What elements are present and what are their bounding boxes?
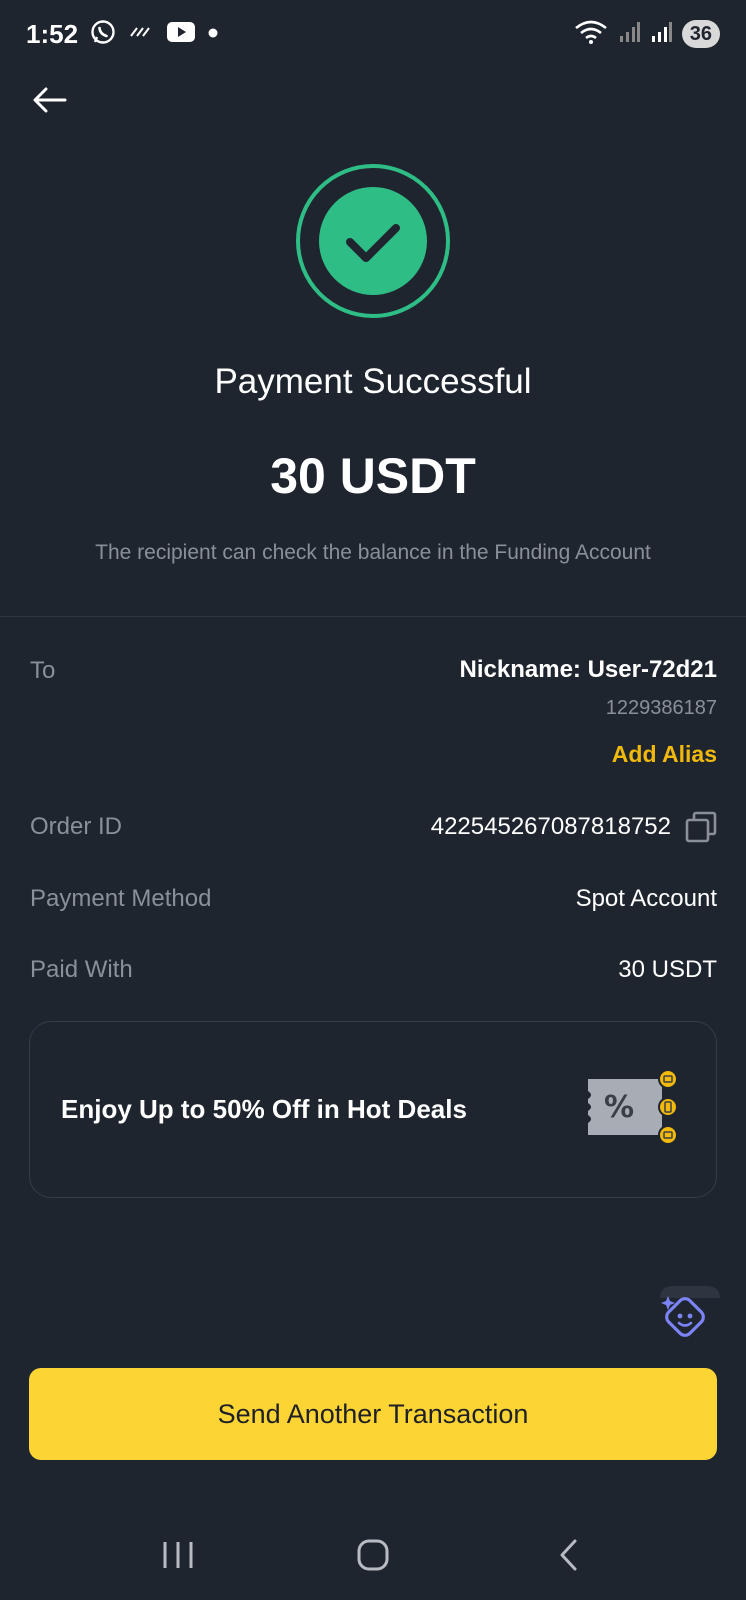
signal-icon xyxy=(618,21,640,48)
order-id-label: Order ID xyxy=(30,813,123,840)
paid-with-value: 30 USDT xyxy=(618,956,717,983)
assistant-bot-icon xyxy=(660,1286,720,1337)
back-icon[interactable] xyxy=(538,1525,598,1585)
signal-icon xyxy=(650,21,672,48)
order-id-row: 422545267087818752 xyxy=(431,811,717,843)
wifi-icon xyxy=(574,19,608,50)
check-circle-icon xyxy=(295,163,451,319)
payment-method-label: Payment Method xyxy=(30,885,212,912)
recipient-nickname: Nickname: User-72d21 xyxy=(459,656,717,683)
youtube-icon xyxy=(166,21,196,48)
divider xyxy=(0,616,746,617)
status-bar: 1:52 36 xyxy=(0,0,746,68)
missed-call-icon xyxy=(128,22,154,47)
promo-text: Enjoy Up to 50% Off in Hot Deals xyxy=(61,1094,467,1124)
payment-method-value: Spot Account xyxy=(575,885,717,912)
add-alias-link[interactable]: Add Alias xyxy=(612,741,717,768)
result-amount: 30 USDT xyxy=(270,448,476,504)
assistant-button[interactable] xyxy=(654,1284,724,1344)
battery-indicator: 36 xyxy=(681,20,720,48)
arrow-left-icon xyxy=(33,87,67,113)
paid-with-label: Paid With xyxy=(30,956,133,983)
recent-apps-icon[interactable] xyxy=(148,1525,208,1585)
status-bar-left: 1:52 xyxy=(26,19,218,50)
send-another-transaction-button[interactable]: Send Another Transaction xyxy=(29,1368,717,1460)
hot-deals-banner[interactable]: Enjoy Up to 50% Off in Hot Deals % xyxy=(29,1021,717,1198)
svg-text:%: % xyxy=(604,1090,634,1125)
home-icon[interactable] xyxy=(343,1525,403,1585)
order-id-value: 422545267087818752 xyxy=(430,813,671,840)
back-button[interactable] xyxy=(28,78,72,122)
copy-icon[interactable] xyxy=(685,811,717,843)
system-nav-bar xyxy=(0,1510,746,1600)
to-label: To xyxy=(30,657,56,684)
whatsapp-icon xyxy=(90,19,116,50)
dot-icon xyxy=(208,25,218,43)
status-time: 1:52 xyxy=(26,18,79,49)
recipient-id: 1229386187 xyxy=(605,697,717,719)
status-bar-right: 36 xyxy=(574,19,720,50)
result-title: Payment Successful xyxy=(214,362,532,401)
result-note: The recipient can check the balance in t… xyxy=(95,541,651,564)
discount-coupon-icon: % xyxy=(584,1067,680,1152)
